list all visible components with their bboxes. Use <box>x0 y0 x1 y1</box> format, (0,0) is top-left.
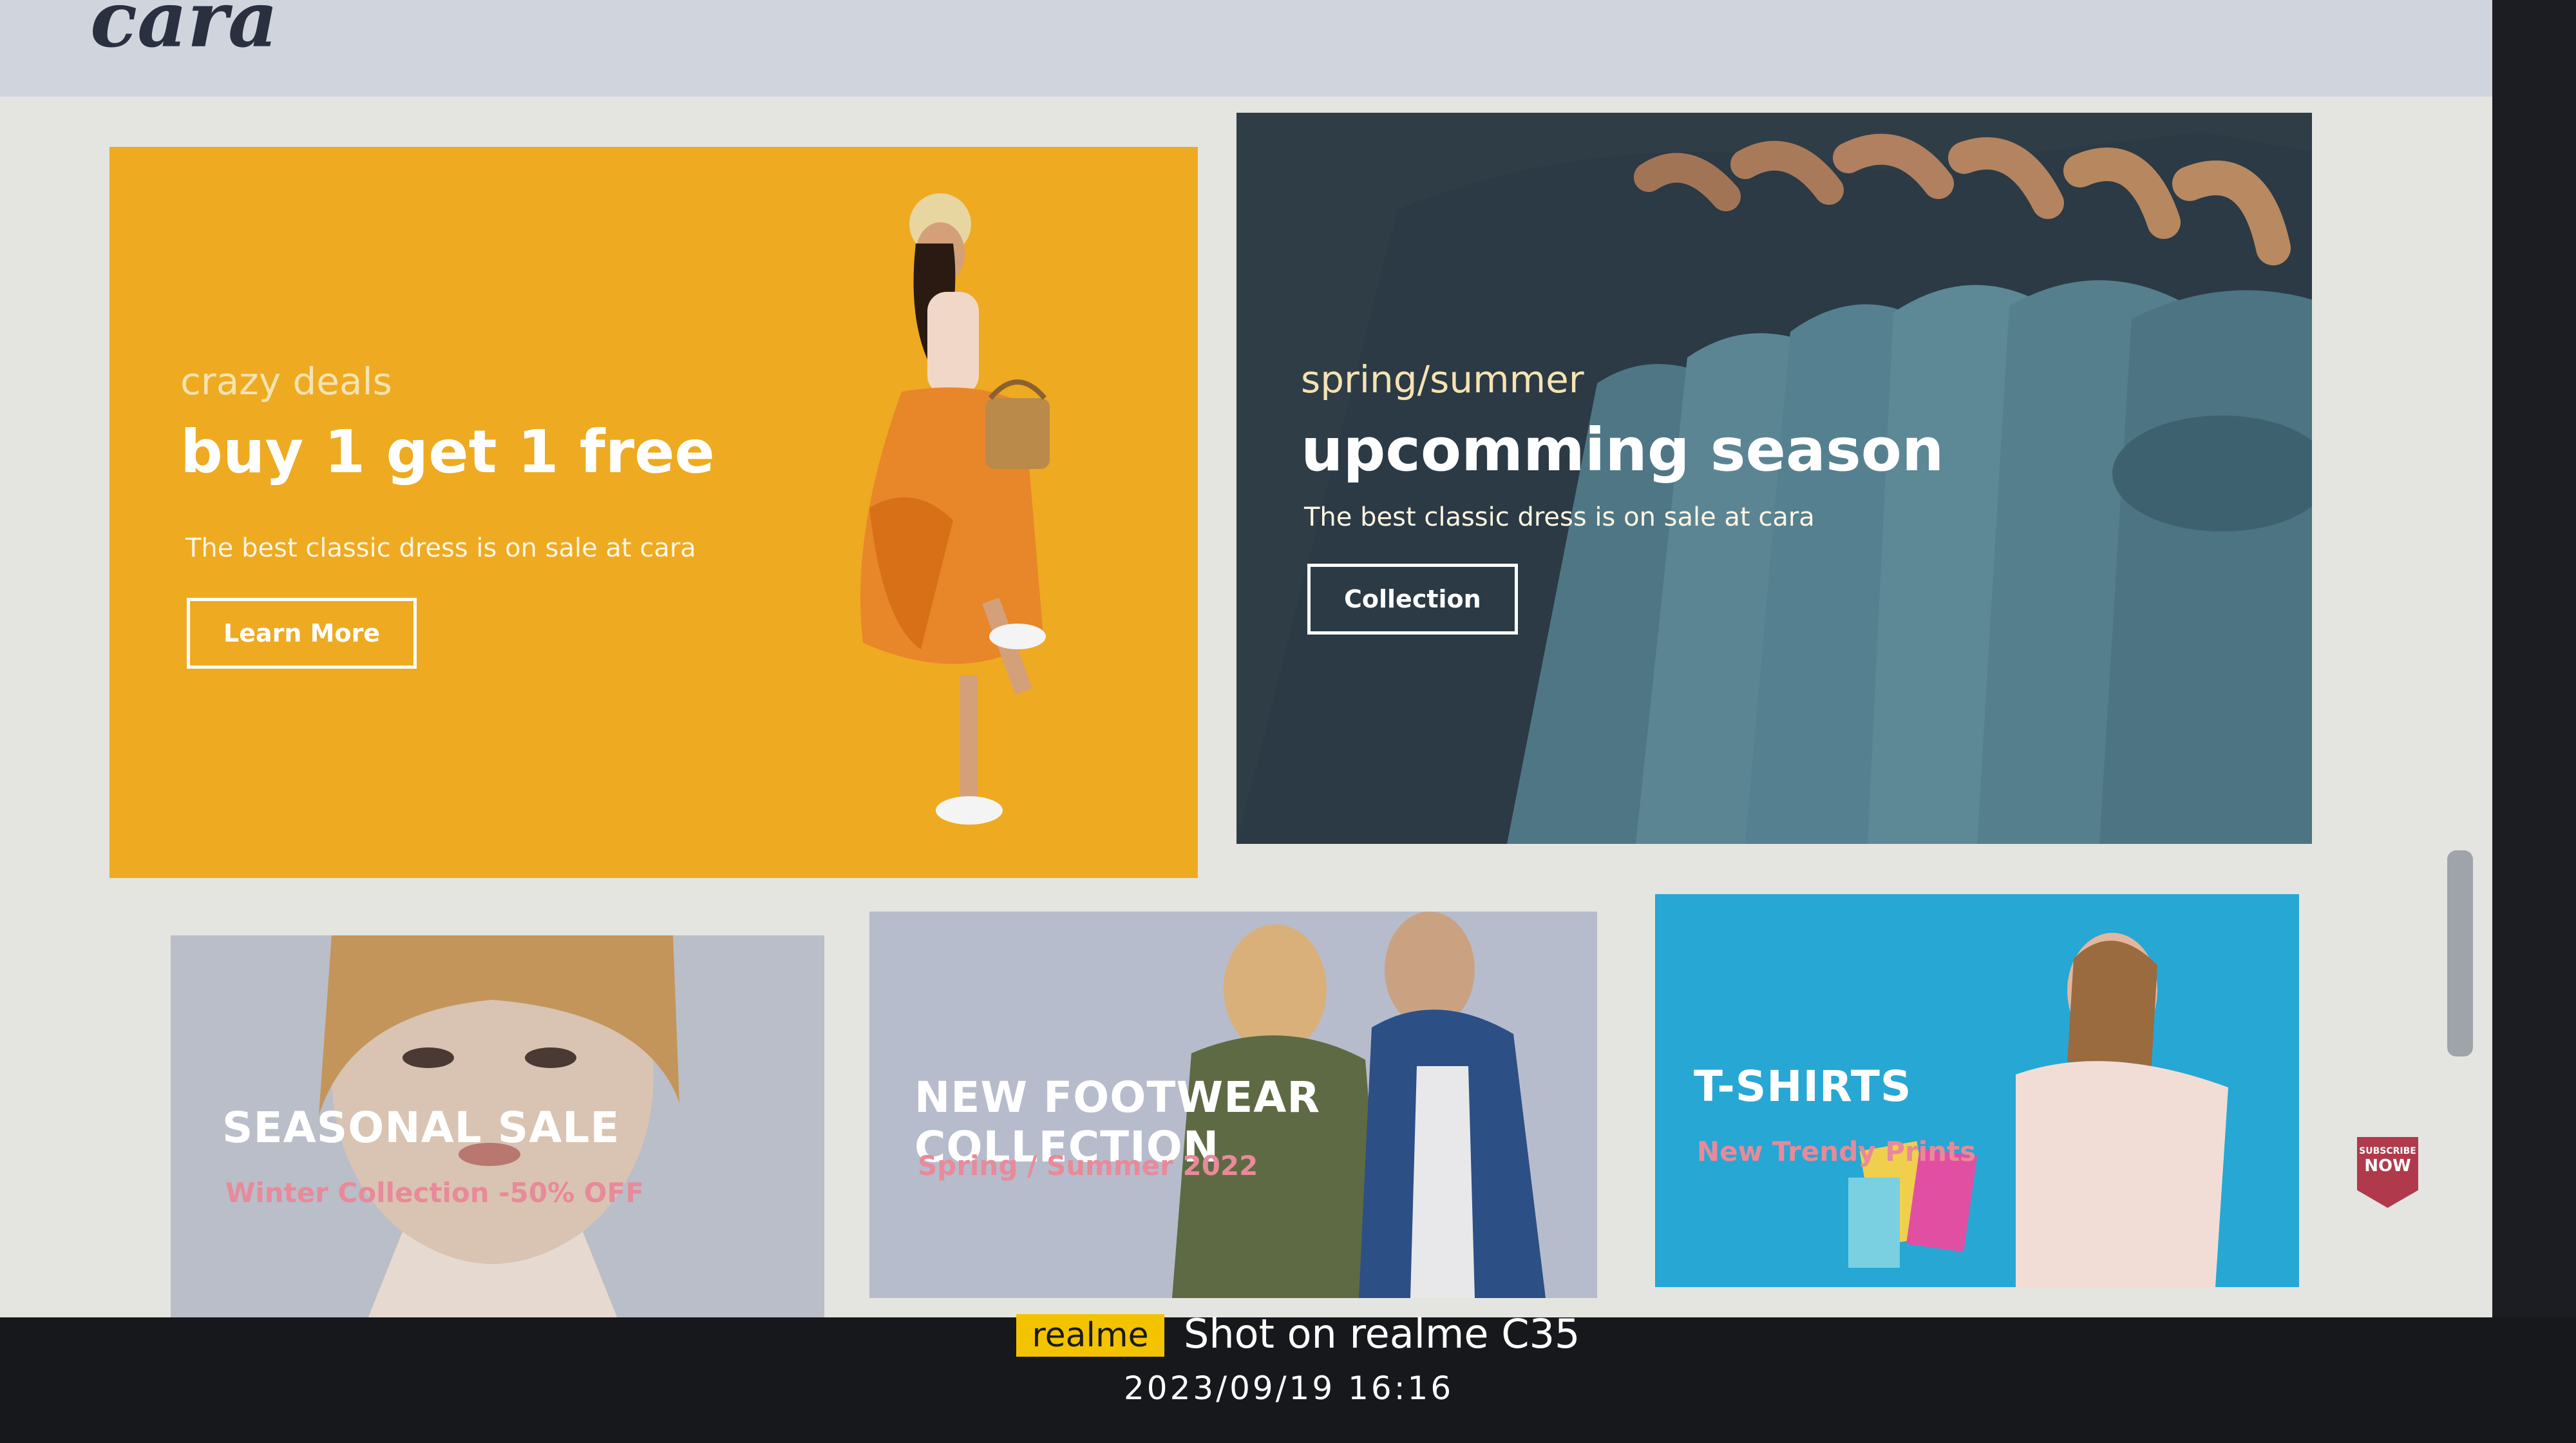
browser-screen: cara crazy deals buy 1 get 1 free The be… <box>0 0 2492 1317</box>
woman-in-skirt-photo <box>860 193 1050 825</box>
card-title: SEASONAL SALE <box>222 1103 620 1152</box>
card-subtitle: New Trendy Prints <box>1697 1136 1976 1167</box>
subscribe-now-badge[interactable]: SUBSCRIBE NOW <box>2357 1137 2418 1208</box>
card-t-shirts[interactable]: T-SHIRTS New Trendy Prints <box>1655 894 2299 1287</box>
banner-eyebrow: spring/summer <box>1301 358 1584 401</box>
banner-upcoming-season: spring/summer upcomming season The best … <box>1236 113 2312 844</box>
subscribe-badge-top: SUBSCRIBE <box>2359 1146 2416 1156</box>
banner-eyebrow: crazy deals <box>180 359 392 403</box>
banner-description: The best classic dress is on sale at car… <box>185 533 696 563</box>
card-title: T-SHIRTS <box>1694 1062 1912 1111</box>
card-new-footwear[interactable]: NEW FOOTWEAR COLLECTION Spring / Summer … <box>869 912 1597 1298</box>
banner-title: upcomming season <box>1301 416 1944 484</box>
shot-datetime: 2023/09/19 16:16 <box>1124 1370 1454 1407</box>
site-header: cara <box>0 0 2492 97</box>
learn-more-button[interactable]: Learn More <box>187 598 417 669</box>
card-subtitle: Spring / Summer 2022 <box>918 1150 1258 1181</box>
collection-button[interactable]: Collection <box>1307 564 1518 635</box>
site-logo[interactable]: cara <box>90 0 278 65</box>
page-scrollbar-thumb[interactable] <box>2447 850 2473 1056</box>
subscribe-badge-main: NOW <box>2364 1156 2411 1176</box>
card-subtitle: Winter Collection -50% OFF <box>225 1177 644 1209</box>
card-seasonal-sale[interactable]: SEASONAL SALE Winter Collection -50% OFF <box>171 935 824 1317</box>
banner-crazy-deals: crazy deals buy 1 get 1 free The best cl… <box>109 147 1198 878</box>
realme-brand-badge: realme <box>1016 1314 1164 1357</box>
shot-on-text: Shot on realme C35 <box>1184 1310 1580 1357</box>
banner-description: The best classic dress is on sale at car… <box>1304 502 1815 532</box>
banner-title: buy 1 get 1 free <box>180 417 715 486</box>
